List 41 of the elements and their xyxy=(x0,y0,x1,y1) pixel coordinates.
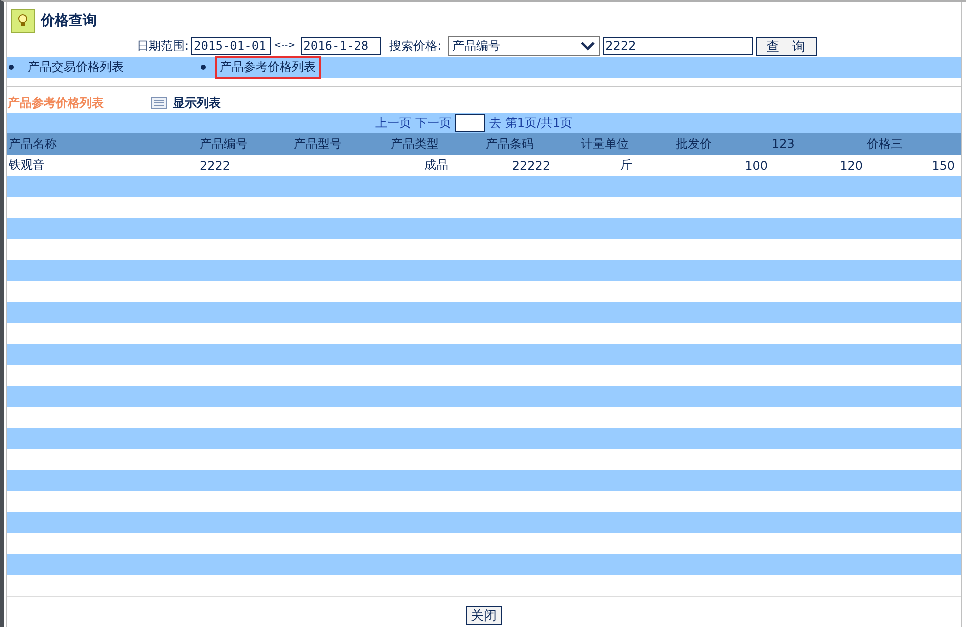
range-separator: <--> xyxy=(274,41,296,51)
table-cell: 斤 xyxy=(620,158,632,172)
column-header: 计量单位 xyxy=(580,136,630,152)
column-header: 产品型号 xyxy=(293,136,343,152)
column-header: 批发价 xyxy=(675,136,713,152)
page-title: 价格查询 xyxy=(41,12,97,30)
start-date-field[interactable]: 2015-01-01 xyxy=(191,37,272,55)
prev-page-link[interactable]: 上一页 xyxy=(375,114,412,132)
column-header: 产品条码 xyxy=(485,136,535,152)
search-price-label: 搜索价格: xyxy=(390,38,442,54)
end-date-field[interactable]: 2016-1-28 xyxy=(300,37,381,55)
list-tab[interactable]: 产品参考价格列表 xyxy=(215,56,321,79)
table-cell: 120 xyxy=(840,158,863,172)
view-list-label: 显示列表 xyxy=(173,94,221,112)
date-range-label: 日期范围: xyxy=(137,38,190,54)
page-info: 第1页/共1页 xyxy=(505,114,573,132)
table-cell: 2222 xyxy=(200,158,231,172)
bullet-icon xyxy=(9,65,14,70)
column-header: 123 xyxy=(771,137,796,151)
next-page-link[interactable]: 下一页 xyxy=(415,114,452,132)
lightbulb-icon xyxy=(11,9,35,33)
bullet-icon xyxy=(201,65,206,70)
go-link[interactable]: 去 xyxy=(489,114,502,132)
column-header: 产品类型 xyxy=(390,136,440,152)
table-cell: 22222 xyxy=(512,158,551,172)
list-icon xyxy=(151,97,167,109)
table-cell: 铁观音 xyxy=(9,158,45,172)
section-title: 产品参考价格列表 xyxy=(7,94,105,112)
column-header: 产品名称 xyxy=(8,136,58,152)
column-header: 价格三 xyxy=(866,136,904,152)
search-field-dropdown[interactable]: 产品编号 xyxy=(448,36,600,56)
table-cell: 100 xyxy=(745,158,768,172)
close-button[interactable]: 关闭 xyxy=(466,606,502,624)
page-number-field[interactable] xyxy=(455,114,486,132)
table-cell: 150 xyxy=(932,158,955,172)
table-cell: 成品 xyxy=(424,158,448,172)
column-header: 产品编号 xyxy=(199,136,249,152)
search-value-field[interactable]: 2222 xyxy=(602,37,753,55)
dropdown-caret-icon xyxy=(580,41,595,51)
list-tab[interactable]: 产品交易价格列表 xyxy=(23,56,129,79)
query-button[interactable]: 查 询 xyxy=(756,36,817,56)
